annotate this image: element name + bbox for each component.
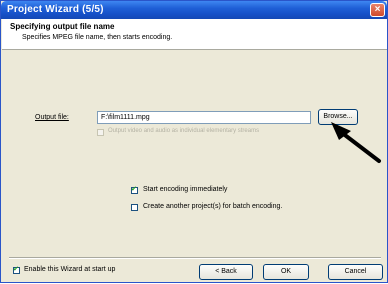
pointer-arrow-icon bbox=[331, 122, 381, 163]
project-wizard-window: Project Wizard (5/5) × Specifying output… bbox=[0, 0, 388, 283]
